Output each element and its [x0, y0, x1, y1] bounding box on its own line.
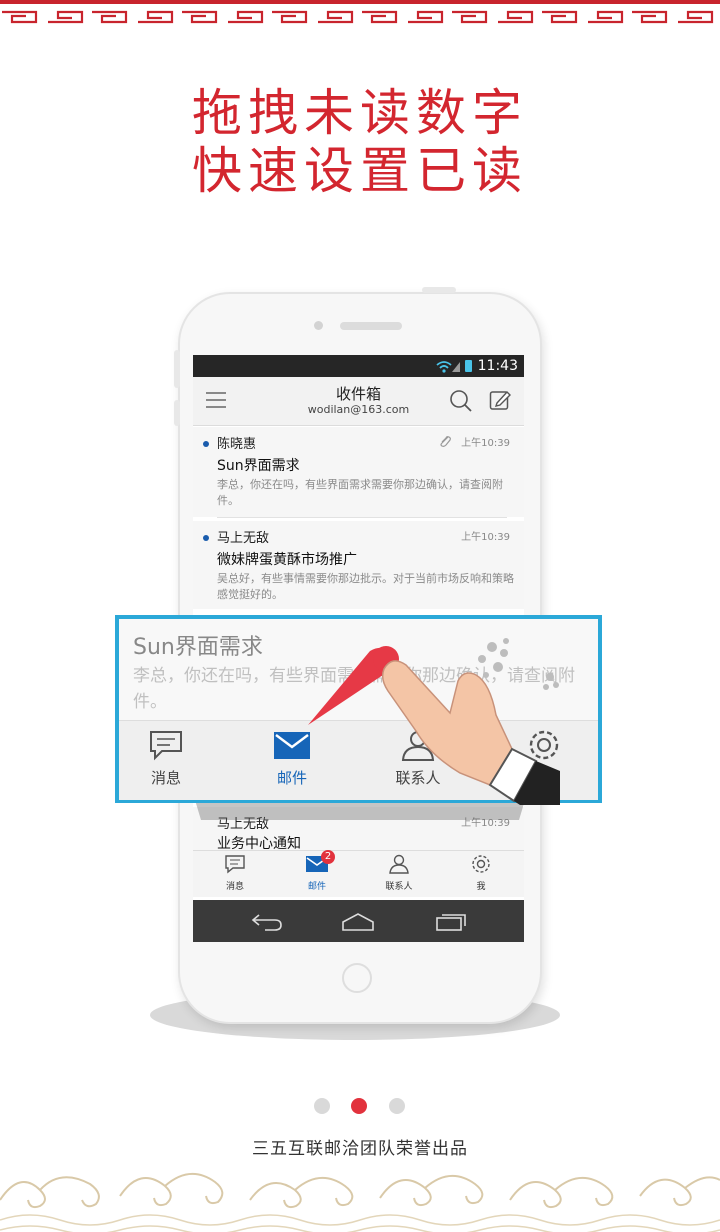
side-button — [174, 400, 180, 426]
tab-mail[interactable]: 2 邮件 — [287, 850, 347, 892]
tab-me[interactable]: 我 — [451, 854, 511, 892]
status-icons — [436, 360, 472, 373]
tab-label: 我 — [476, 882, 486, 892]
unread-badge[interactable]: 2 — [321, 850, 335, 864]
tab-label: 邮件 — [307, 882, 326, 892]
headline-line-1: 拖拽未读数字 — [192, 84, 528, 142]
front-camera — [314, 321, 323, 330]
power-button — [422, 287, 456, 293]
recent-apps-icon[interactable] — [435, 910, 467, 936]
gear-icon — [472, 855, 490, 873]
message-icon — [225, 855, 245, 874]
tab-messages[interactable]: 消息 — [205, 854, 265, 892]
speaker — [340, 322, 402, 330]
mail-time: 上午10:39 — [461, 438, 510, 449]
popup-subject: Sun界面需求 — [133, 635, 263, 660]
fret-pattern — [2, 10, 714, 24]
top-fret-border — [0, 0, 720, 30]
mail-item[interactable]: 马上无敌 上午10:39 微妹牌蛋黄酥市场推广 吴总好，有些事情需要你那边批示。… — [193, 521, 524, 609]
tab-contacts[interactable]: 联系人 — [369, 854, 429, 892]
tab-label: 消息 — [150, 769, 181, 787]
headline-line-2: 快速设置已读 — [192, 142, 528, 200]
page-dot[interactable] — [389, 1098, 405, 1114]
unread-dot — [203, 441, 209, 447]
inbox-header: 收件箱 wodilan@163.com — [193, 377, 524, 426]
footer-credit: 三五互联邮洽团队荣誉出品 — [252, 1139, 468, 1159]
mail-item[interactable]: 陈晓惠 上午10:39 Sun界面需求 李总，你还在吗，有些界面需求需要你那边确… — [193, 427, 524, 517]
mail-sender: 马上无敌 — [217, 531, 270, 546]
tab-label: 联系人 — [385, 882, 413, 892]
pagination — [0, 1098, 720, 1114]
volume-button — [174, 350, 180, 388]
headline: 拖拽未读数字 快速设置已读 — [0, 84, 720, 200]
page-dot[interactable] — [314, 1098, 330, 1114]
mail-preview: 李总，你还在吗，有些界面需求需要你那边确认，请查阅附件。 — [217, 478, 503, 507]
mail-subject: Sun界面需求 — [217, 458, 300, 474]
unread-dot — [203, 535, 209, 541]
splatter-dots — [478, 638, 559, 690]
home-nav-icon[interactable] — [341, 912, 375, 936]
attachment-icon — [438, 433, 452, 452]
mail-time: 上午10:39 — [461, 532, 510, 543]
page-dot-active[interactable] — [351, 1098, 367, 1114]
mail-subject: 微妹牌蛋黄酥市场推广 — [217, 552, 357, 568]
status-time: 11:43 — [477, 358, 518, 374]
account-email: wodilan@163.com — [307, 403, 410, 416]
android-nav-bar — [193, 900, 524, 942]
contact-icon — [389, 854, 409, 874]
hand-icon — [381, 660, 513, 786]
search-icon[interactable] — [449, 389, 473, 417]
wave-decoration — [0, 1173, 720, 1232]
top-border-line — [0, 0, 720, 4]
message-icon — [150, 731, 182, 761]
popup-tab-messages[interactable]: 消息 — [121, 729, 211, 788]
mail-divider — [217, 517, 507, 518]
status-bar: 11:43 — [193, 355, 524, 377]
home-button[interactable] — [342, 963, 372, 993]
mail-sender: 陈晓惠 — [217, 437, 257, 452]
mail-icon: 2 — [305, 850, 335, 878]
back-icon[interactable] — [251, 912, 283, 936]
phone-tab-bar: 消息 2 邮件 联系人 我 — [193, 850, 524, 897]
tab-label: 消息 — [225, 882, 244, 892]
compose-icon[interactable] — [489, 389, 511, 415]
drag-gesture-illustration — [308, 638, 560, 805]
inbox-title: 收件箱 — [335, 385, 381, 403]
mail-preview: 吴总好，有些事情需要你那边批示。对于当前市场反响和策略感觉挺好的。 — [217, 572, 514, 601]
